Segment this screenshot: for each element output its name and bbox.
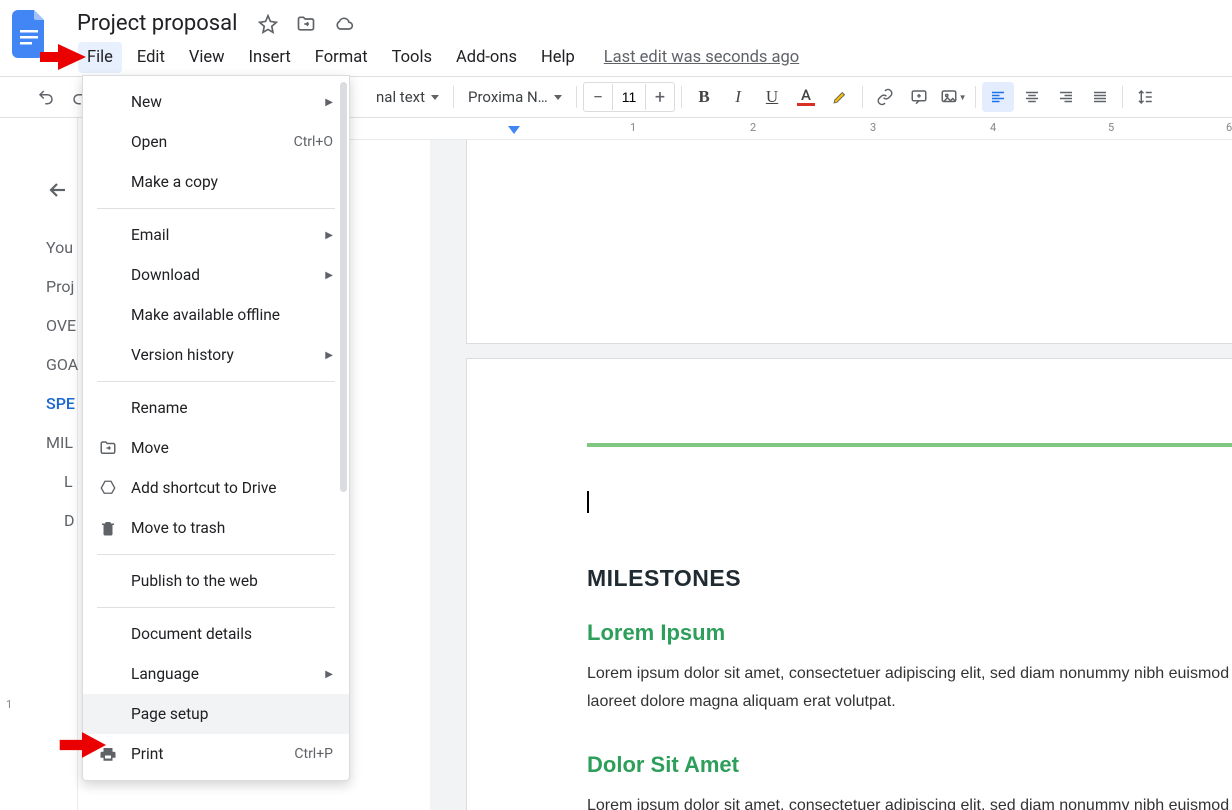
highlight-button[interactable] — [824, 82, 856, 112]
menu-insert[interactable]: Insert — [240, 42, 300, 73]
vertical-ruler[interactable]: 1 — [0, 263, 18, 810]
file-email[interactable]: Email▶ — [83, 215, 349, 255]
file-new[interactable]: New▶ — [83, 82, 349, 122]
indent-marker-icon[interactable] — [508, 126, 520, 134]
outline-item[interactable]: Proj — [46, 267, 79, 306]
heading-milestones[interactable]: MILESTONES — [587, 565, 1232, 592]
ruler-tick: 4 — [990, 121, 996, 134]
file-print[interactable]: PrintCtrl+P — [83, 734, 349, 774]
font-size-input[interactable] — [612, 84, 646, 110]
ruler-tick: 1 — [630, 121, 636, 134]
ruler-tick: 6 — [1226, 121, 1232, 134]
file-version-history[interactable]: Version history▶ — [83, 335, 349, 375]
outline-item[interactable]: D — [46, 501, 79, 540]
outline-item[interactable]: GOA — [46, 345, 79, 384]
file-move[interactable]: Move — [83, 428, 349, 468]
file-make-offline[interactable]: Make available offline — [83, 295, 349, 335]
file-language[interactable]: Language▶ — [83, 654, 349, 694]
font-family-label: Proxima N… — [468, 88, 548, 106]
italic-button[interactable]: I — [722, 82, 754, 112]
file-menu-dropdown: New▶ OpenCtrl+O Make a copy Email▶ Downl… — [82, 75, 350, 781]
last-edit-link[interactable]: Last edit was seconds ago — [604, 48, 799, 67]
insert-image-button[interactable]: ▼ — [937, 82, 969, 112]
ruler-tick: 3 — [870, 121, 876, 134]
paragraph-style-label: nal text — [376, 88, 425, 106]
outline-item[interactable]: L — [46, 462, 79, 501]
move-folder-icon[interactable] — [296, 14, 316, 34]
file-add-shortcut[interactable]: Add shortcut to Drive — [83, 468, 349, 508]
file-open[interactable]: OpenCtrl+O — [83, 122, 349, 162]
heading-lorem-ipsum[interactable]: Lorem Ipsum — [587, 620, 1232, 646]
cloud-status-icon[interactable] — [334, 14, 354, 34]
document-canvas[interactable]: MILESTONES Lorem Ipsum Lorem ipsum dolor… — [430, 118, 1232, 810]
annotation-arrow-file — [38, 40, 86, 78]
menubar: File Edit View Insert Format Tools Add-o… — [0, 40, 1232, 76]
trash-icon — [97, 519, 119, 537]
font-family-select[interactable]: Proxima N… — [460, 84, 570, 110]
align-right-button[interactable] — [1050, 82, 1082, 112]
paragraph-style-select[interactable]: nal text — [368, 84, 447, 110]
horizontal-ruler[interactable]: 1 2 3 4 5 6 — [350, 118, 1232, 140]
file-publish-web[interactable]: Publish to the web — [83, 561, 349, 601]
ruler-tick: 5 — [1108, 121, 1114, 134]
font-size-control: − + — [583, 82, 675, 112]
previous-page-tail — [466, 140, 1232, 344]
document-title[interactable]: Project proposal — [68, 8, 246, 39]
menu-edit[interactable]: Edit — [128, 42, 174, 73]
file-rename[interactable]: Rename — [83, 388, 349, 428]
undo-button[interactable] — [30, 82, 62, 112]
file-make-copy[interactable]: Make a copy — [83, 162, 349, 202]
font-size-increase[interactable]: + — [646, 83, 674, 111]
file-doc-details[interactable]: Document details — [83, 614, 349, 654]
font-size-decrease[interactable]: − — [584, 83, 612, 111]
body-text-2[interactable]: Lorem ipsum dolor sit amet, consectetuer… — [587, 792, 1232, 810]
ruler-tick: 2 — [750, 121, 756, 134]
star-icon[interactable] — [258, 14, 278, 34]
insert-link-button[interactable] — [869, 82, 901, 112]
line-spacing-button[interactable] — [1129, 82, 1161, 112]
text-cursor — [587, 491, 1232, 517]
body-text-1[interactable]: Lorem ipsum dolor sit amet, consectetuer… — [587, 660, 1232, 716]
outline-back-button[interactable] — [46, 178, 79, 206]
underline-button[interactable]: U — [756, 82, 788, 112]
file-page-setup[interactable]: Page setup — [83, 694, 349, 734]
menu-view[interactable]: View — [180, 42, 234, 73]
vruler-tick: 1 — [6, 698, 12, 711]
align-center-button[interactable] — [1016, 82, 1048, 112]
insert-comment-button[interactable] — [903, 82, 935, 112]
folder-move-icon — [97, 439, 119, 457]
drive-icon — [97, 479, 119, 497]
outline-item[interactable]: You — [46, 228, 79, 267]
outline-item[interactable]: MIL — [46, 423, 79, 462]
bold-button[interactable]: B — [688, 82, 720, 112]
file-download[interactable]: Download▶ — [83, 255, 349, 295]
annotation-arrow-page-setup — [58, 728, 106, 766]
menu-addons[interactable]: Add-ons — [447, 42, 526, 73]
text-color-button[interactable]: A — [790, 82, 822, 112]
outline-item[interactable]: OVE — [46, 306, 79, 345]
outline-item[interactable]: SPE — [46, 384, 79, 423]
file-move-trash[interactable]: Move to trash — [83, 508, 349, 548]
heading-dolor-sit-amet[interactable]: Dolor Sit Amet — [587, 752, 1232, 778]
document-page[interactable]: MILESTONES Lorem Ipsum Lorem ipsum dolor… — [466, 358, 1232, 810]
align-left-button[interactable] — [982, 82, 1014, 112]
menu-help[interactable]: Help — [532, 42, 584, 73]
align-justify-button[interactable] — [1084, 82, 1116, 112]
menu-format[interactable]: Format — [306, 42, 377, 73]
menu-tools[interactable]: Tools — [383, 42, 441, 73]
green-divider — [587, 443, 1232, 447]
